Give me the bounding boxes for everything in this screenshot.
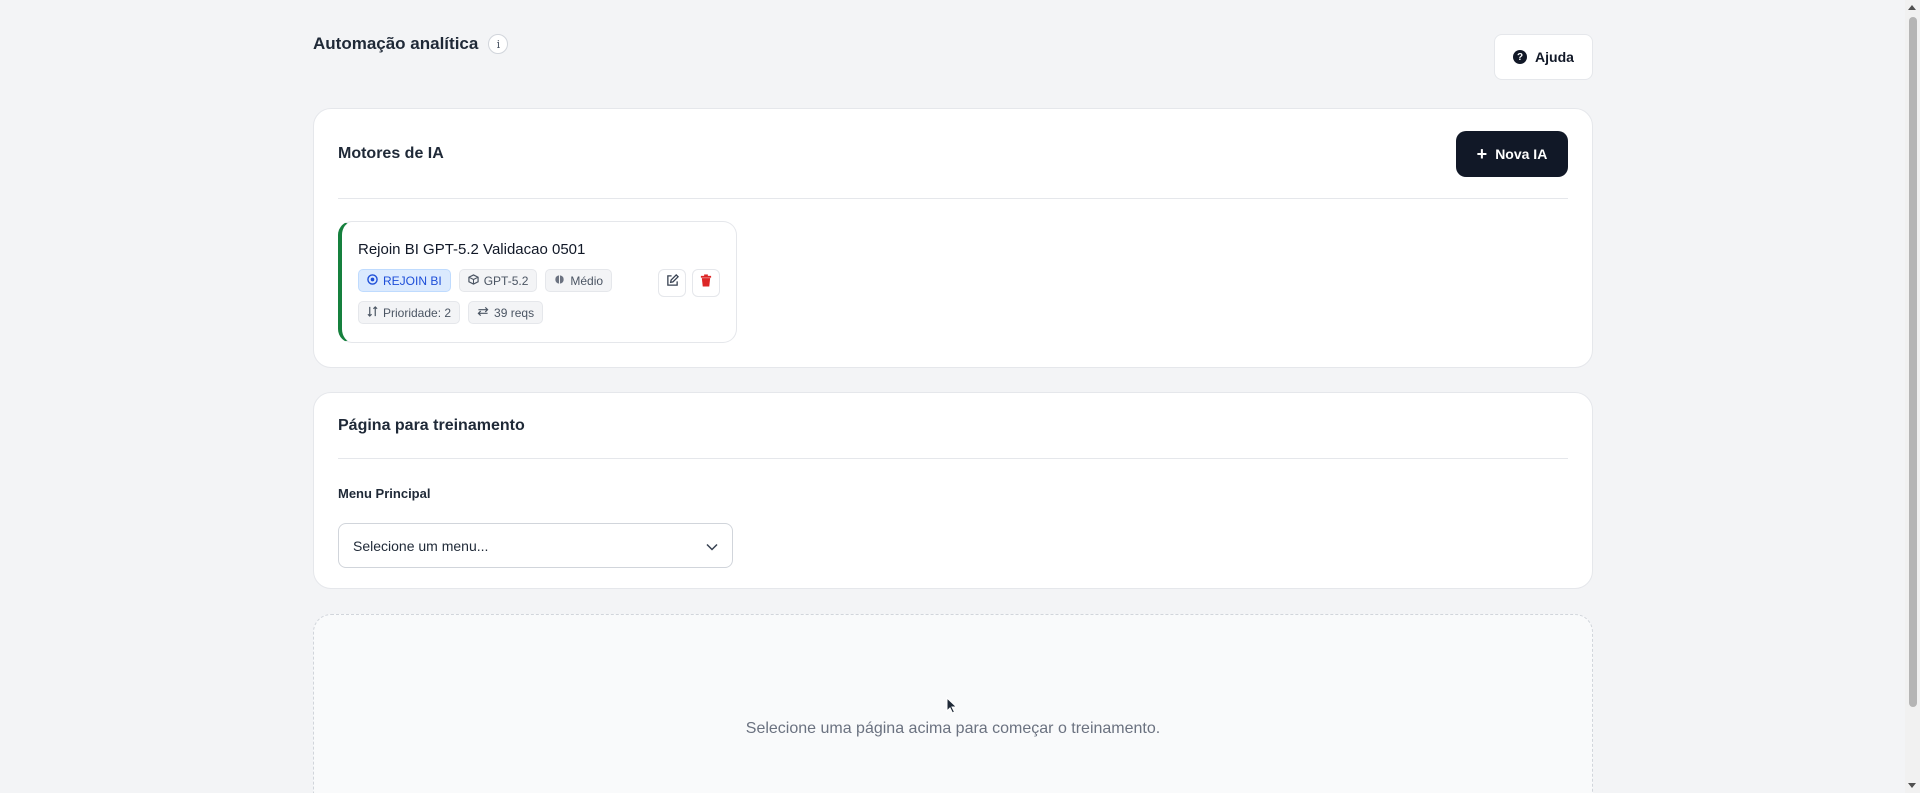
provider-badge: REJOIN BI: [358, 269, 451, 292]
requests-label: 39 reqs: [494, 305, 535, 320]
info-icon[interactable]: i: [488, 34, 509, 54]
scroll-down-icon[interactable]: [1908, 783, 1916, 788]
engine-actions: [658, 269, 720, 297]
priority-badge: Prioridade: 2: [358, 301, 461, 324]
menu-select-value: Selecione um menu...: [353, 537, 489, 554]
priority-label: Prioridade: 2: [383, 305, 452, 320]
engine-badges: REJOIN BI GPT-5.2 Médio: [358, 269, 613, 292]
page: Automação analítica i ? Ajuda Motores de…: [313, 0, 1593, 793]
vertical-scrollbar[interactable]: [1905, 0, 1920, 793]
engines-card-header: Motores de IA + Nova IA: [338, 109, 1568, 199]
cube-icon: [468, 273, 479, 288]
edit-button[interactable]: [658, 269, 686, 297]
training-card-header: Página para treinamento: [338, 393, 1568, 459]
chevron-down-icon: [706, 538, 718, 554]
plus-icon: +: [1476, 143, 1488, 164]
provider-label: REJOIN BI: [383, 273, 442, 288]
page-header: Automação analítica i ? Ajuda: [313, 0, 1593, 108]
level-label: Médio: [570, 273, 604, 288]
engines-card-title: Motores de IA: [338, 144, 444, 162]
help-button-label: Ajuda: [1535, 49, 1574, 65]
edit-icon: [666, 274, 679, 292]
help-button[interactable]: ? Ajuda: [1494, 34, 1593, 80]
model-label: GPT-5.2: [483, 273, 529, 288]
scroll-up-icon[interactable]: [1908, 5, 1916, 10]
help-circle-icon: ?: [1513, 50, 1528, 64]
delete-button[interactable]: [692, 269, 720, 297]
engine-name: Rejoin BI GPT-5.2 Validacao 0501: [358, 241, 586, 258]
sort-arrows-icon: [367, 305, 378, 320]
scroll-thumb[interactable]: [1909, 17, 1917, 707]
new-ai-button[interactable]: + Nova IA: [1456, 130, 1568, 177]
trash-icon: [700, 274, 712, 292]
brain-icon: [554, 274, 565, 288]
provider-icon: [367, 273, 378, 288]
level-badge: Médio: [545, 269, 613, 292]
engine-stats: Prioridade: 2 39 reqs: [358, 301, 544, 324]
menu-select[interactable]: Selecione um menu...: [338, 523, 733, 568]
menu-label: Menu Principal: [338, 486, 431, 501]
exchange-icon: [477, 306, 489, 320]
engine-item[interactable]: Rejoin BI GPT-5.2 Validacao 0501 REJOIN …: [338, 221, 737, 343]
model-badge: GPT-5.2: [458, 269, 538, 292]
new-ai-button-label: Nova IA: [1495, 145, 1548, 162]
requests-badge: 39 reqs: [468, 301, 544, 324]
training-card: Página para treinamento Menu Principal S…: [313, 392, 1593, 589]
empty-state-message: Selecione uma página acima para começar …: [745, 720, 1161, 737]
page-title: Automação analítica: [313, 34, 479, 53]
engines-card: Motores de IA + Nova IA Rejoin BI GPT-5.…: [313, 108, 1593, 368]
mouse-cursor-icon: [946, 696, 958, 719]
training-card-title: Página para treinamento: [338, 416, 525, 434]
page-title-wrap: Automação analítica i: [313, 34, 509, 54]
